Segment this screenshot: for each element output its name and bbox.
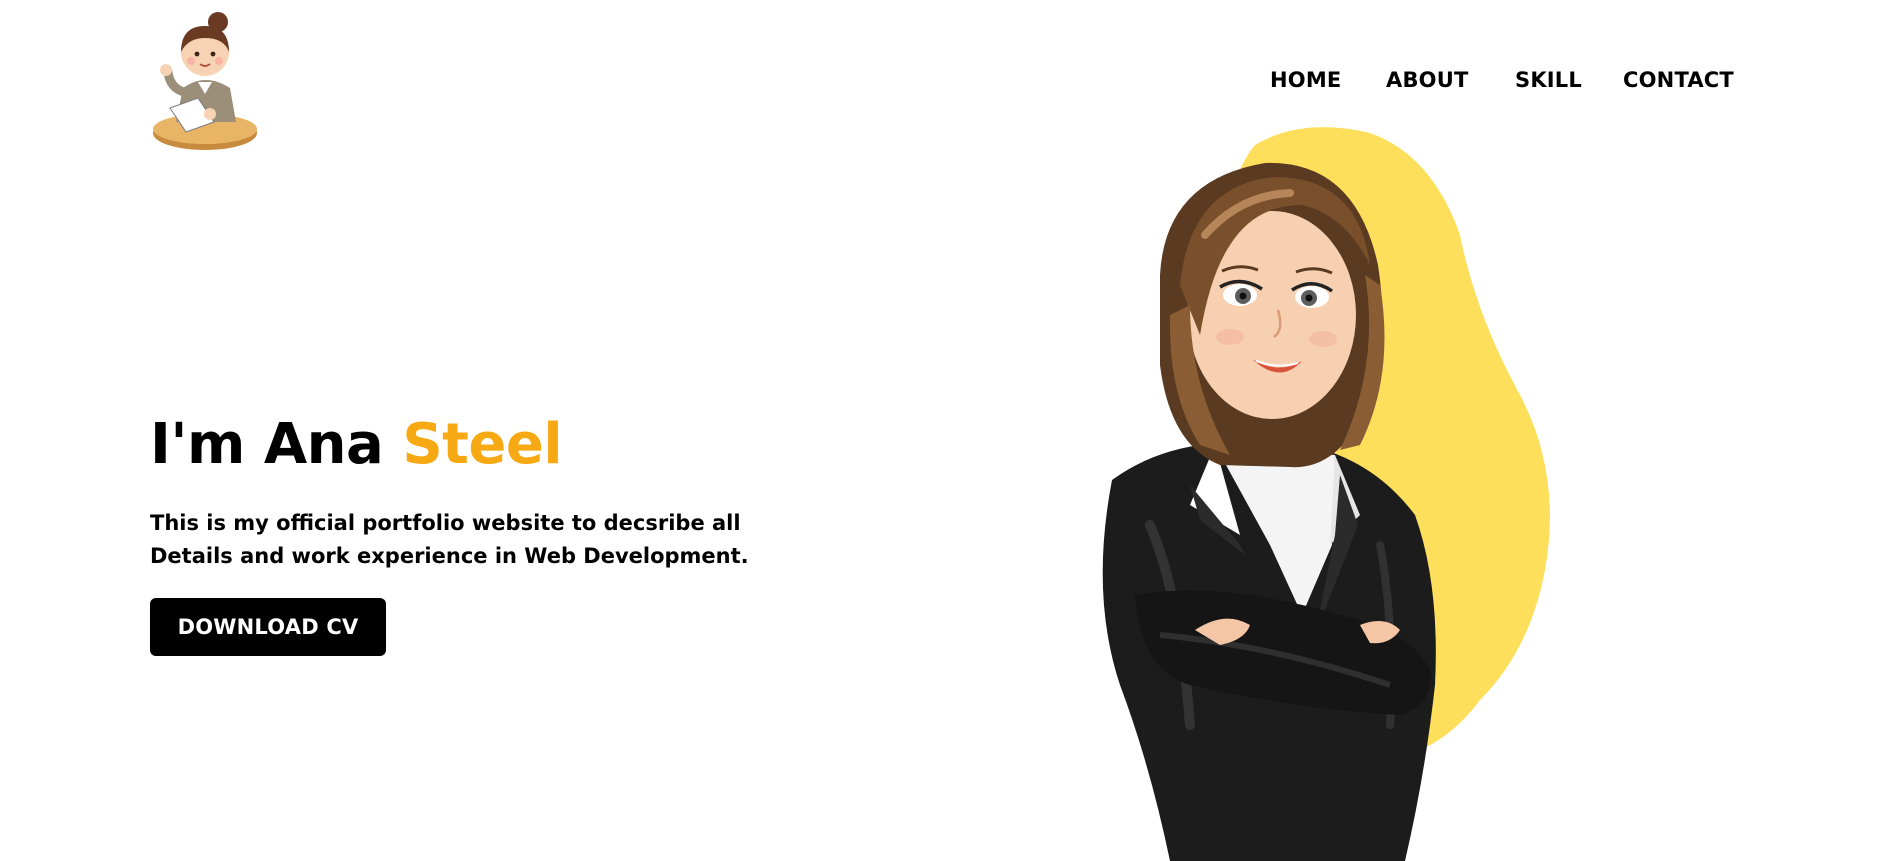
logo-icon[interactable] bbox=[148, 10, 263, 155]
nav-skill-link[interactable]: SKILL bbox=[1515, 66, 1582, 94]
portfolio-page: HOME ABOUT SKILL CONTACT I'm Ana Steel T… bbox=[0, 0, 1892, 861]
nav-contact-link[interactable]: CONTACT bbox=[1623, 66, 1734, 94]
hero-title-highlight: Steel bbox=[402, 412, 563, 477]
hero-description: This is my official portfolio website to… bbox=[150, 511, 749, 568]
hero-title: I'm Ana Steel bbox=[150, 410, 563, 480]
businesswoman-illustration-icon bbox=[1102, 127, 1550, 861]
hero-title-prefix: I'm Ana bbox=[150, 412, 403, 477]
nav-about-link[interactable]: ABOUT bbox=[1386, 66, 1469, 94]
nav-home-link[interactable]: HOME bbox=[1270, 66, 1341, 94]
download-cv-button[interactable]: DOWNLOAD CV bbox=[150, 598, 386, 656]
